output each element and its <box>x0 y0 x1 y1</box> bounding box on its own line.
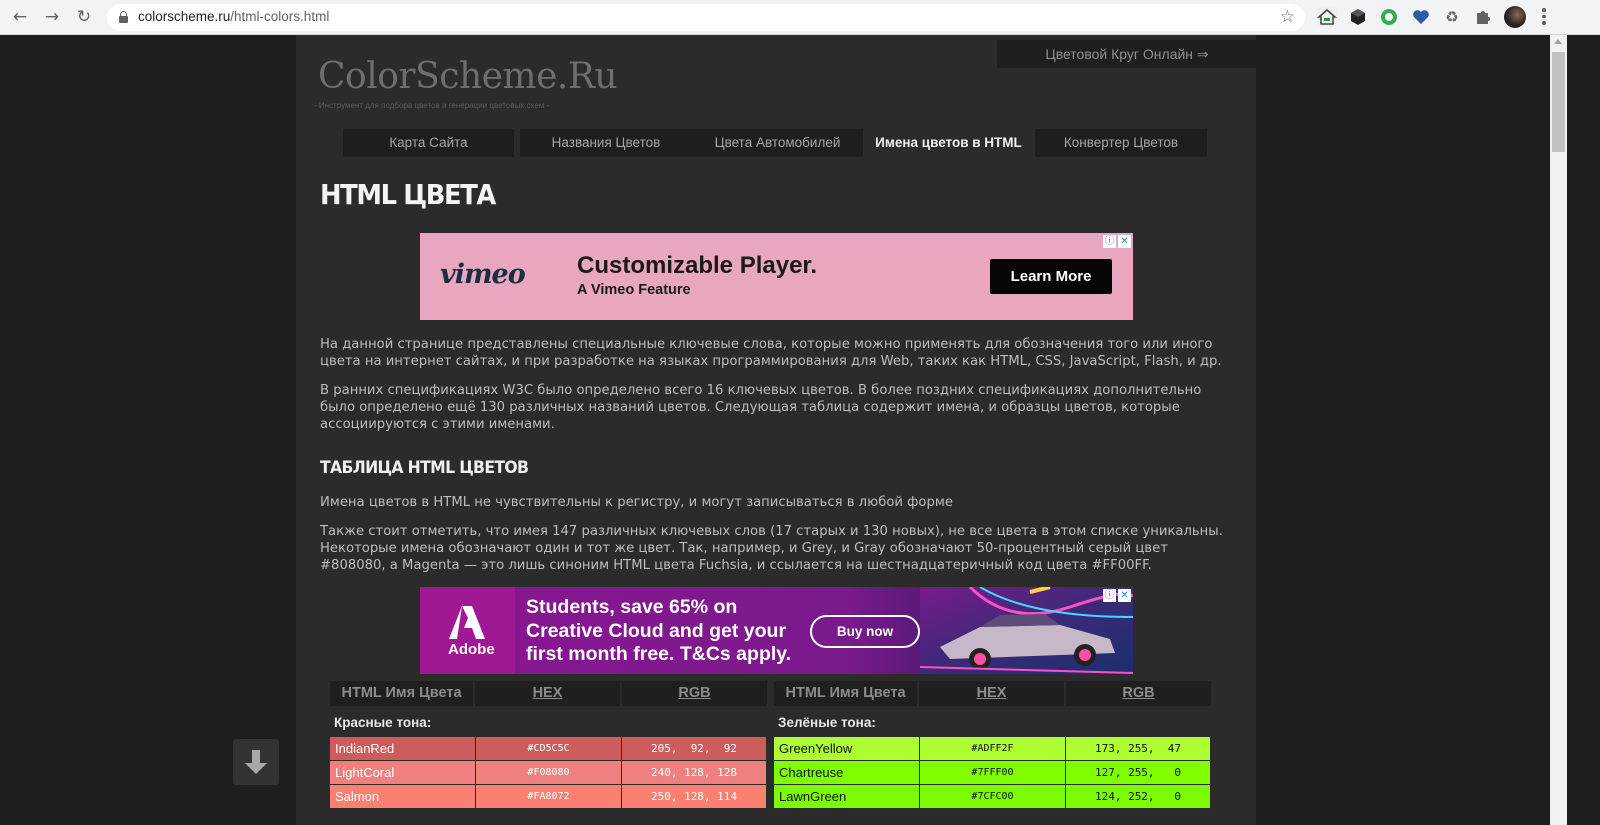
column-header-hex[interactable]: HEX <box>919 681 1064 706</box>
page-scrollbar[interactable] <box>1550 35 1567 825</box>
profile-avatar[interactable] <box>1504 6 1526 28</box>
ad-close-icon[interactable]: ✕ <box>1118 589 1131 602</box>
color-rgb: 205, 92, 92 <box>622 737 767 760</box>
tab-html-color-names[interactable]: Имена цветов в HTML <box>863 129 1034 157</box>
adobe-logo: Adobe <box>420 587 515 674</box>
group-label: Зелёные тона: <box>778 715 876 730</box>
ad-choices: ⓘ ✕ <box>1103 589 1131 603</box>
color-name: LawnGreen <box>774 785 920 808</box>
buy-now-button[interactable]: Buy now <box>810 615 920 648</box>
address-bar[interactable]: colorscheme.ru/html-colors.html ☆ <box>107 4 1305 31</box>
color-rgb: 127, 255, 0 <box>1066 761 1211 784</box>
site-logo[interactable]: ColorScheme.Ru <box>318 56 618 97</box>
column-header-name: HTML Имя Цвета <box>774 681 917 706</box>
column-header-name: HTML Имя Цвета <box>330 681 473 706</box>
circle-extension-icon[interactable] <box>1379 7 1399 27</box>
ad-close-icon[interactable]: ✕ <box>1118 235 1131 248</box>
adobe-mark-icon <box>449 606 485 639</box>
color-rgb: 124, 252, 0 <box>1066 785 1211 808</box>
ad-info-icon[interactable]: ⓘ <box>1103 235 1116 248</box>
reload-icon[interactable]: ↻ <box>73 6 95 28</box>
site-tagline: - Инструмент для подбора цветов и генера… <box>314 101 550 110</box>
table-row: IndianRed #CD5C5C 205, 92, 92 <box>330 737 767 760</box>
column-header-rgb[interactable]: RGB <box>622 681 767 706</box>
tab-color-converter[interactable]: Конвертер Цветов <box>1035 129 1207 157</box>
scroll-thumb[interactable] <box>1552 52 1565 152</box>
bookmark-star-icon[interactable]: ☆ <box>1280 7 1295 27</box>
back-arrow-icon[interactable]: ← <box>9 6 31 28</box>
color-name: IndianRed <box>330 737 476 760</box>
forward-arrow-icon[interactable]: → <box>41 6 63 28</box>
page-title: HTML ЦВЕТА <box>320 178 496 211</box>
duplicates-paragraph: Также стоит отметить, что имея 147 разли… <box>320 524 1223 573</box>
color-hex: #F08080 <box>476 761 622 784</box>
adobe-ad-banner[interactable]: Adobe Students, save 65% on Creative Clo… <box>420 587 1133 674</box>
section-heading: ТАБЛИЦА HTML ЦВЕТОВ <box>320 458 529 478</box>
column-header-rgb[interactable]: RGB <box>1066 681 1211 706</box>
learn-more-button[interactable]: Learn More <box>990 259 1112 294</box>
color-rgb: 250, 128, 114 <box>622 785 767 808</box>
table-row: Chartreuse #7FFF00 127, 255, 0 <box>774 761 1211 784</box>
adobe-wordmark: Adobe <box>448 641 495 658</box>
url-text[interactable]: colorscheme.ru/html-colors.html <box>138 9 329 24</box>
color-name: Salmon <box>330 785 476 808</box>
car-illustration <box>920 587 1133 674</box>
color-hex: #ADFF2F <box>920 737 1066 760</box>
ad-choices: ⓘ ✕ <box>1103 235 1131 249</box>
vimeo-ad-banner[interactable]: vimeo Customizable Player. A Vimeo Featu… <box>420 233 1133 320</box>
color-hex: #FA8072 <box>476 785 622 808</box>
w3c-paragraph: В ранних спецификациях W3C было определе… <box>320 383 1202 432</box>
lock-icon <box>119 11 128 23</box>
scroll-down-button[interactable] <box>233 739 279 785</box>
cube-extension-icon[interactable] <box>1348 7 1368 27</box>
color-hex: #CD5C5C <box>476 737 622 760</box>
color-name: LightCoral <box>330 761 476 784</box>
home-extension-icon[interactable] <box>1316 7 1338 27</box>
tab-sitemap[interactable]: Карта Сайта <box>343 129 514 157</box>
table-row: GreenYellow #ADFF2F 173, 255, 47 <box>774 737 1211 760</box>
table-row: LightCoral #F08080 240, 128, 128 <box>330 761 767 784</box>
tab-color-names[interactable]: Названия Цветов <box>520 129 692 157</box>
ad-copy: Students, save 65% on Creative Cloud and… <box>526 596 792 665</box>
color-hex: #7FFF00 <box>920 761 1066 784</box>
color-name: GreenYellow <box>774 737 920 760</box>
svg-text:♻: ♻ <box>1445 8 1458 26</box>
ad-headline: Customizable Player. <box>577 252 818 279</box>
browser-toolbar: ← → ↻ colorscheme.ru/html-colors.html ☆ … <box>0 0 1600 35</box>
group-label: Красные тона: <box>334 715 432 730</box>
column-header-hex[interactable]: HEX <box>475 681 620 706</box>
color-rgb: 240, 128, 128 <box>622 761 767 784</box>
recycle-extension-icon[interactable]: ♻ <box>1442 7 1462 27</box>
browser-menu-icon[interactable] <box>1541 6 1547 28</box>
color-hex: #7CFC00 <box>920 785 1066 808</box>
table-row: LawnGreen #7CFC00 124, 252, 0 <box>774 785 1211 808</box>
puzzle-extension-icon[interactable] <box>1473 7 1493 27</box>
ad-subheadline: A Vimeo Feature <box>577 282 691 298</box>
color-rgb: 173, 255, 47 <box>1066 737 1211 760</box>
intro-paragraph: На данной странице представлены специаль… <box>320 337 1222 369</box>
arrow-down-icon <box>252 750 260 763</box>
ad-info-icon[interactable]: ⓘ <box>1103 589 1116 602</box>
scroll-up-arrow-icon[interactable] <box>1554 39 1562 44</box>
case-note-paragraph: Имена цветов в HTML не чувствительны к р… <box>320 495 953 510</box>
table-row: Salmon #FA8072 250, 128, 114 <box>330 785 767 808</box>
vimeo-logo: vimeo <box>440 259 526 290</box>
color-name: Chartreuse <box>774 761 920 784</box>
tab-car-colors[interactable]: Цвета Автомобилей <box>692 129 863 157</box>
color-wheel-link[interactable]: Цветовой Круг Онлайн ⇒ <box>997 40 1257 68</box>
heart-extension-icon[interactable] <box>1411 7 1431 27</box>
